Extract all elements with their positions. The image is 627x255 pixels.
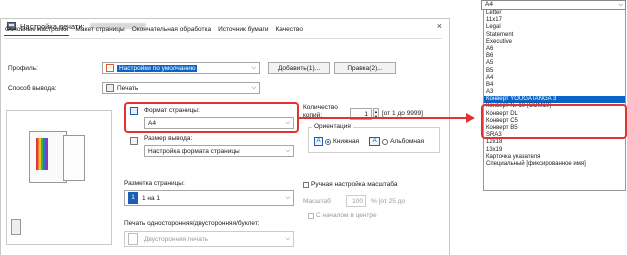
tab-quality[interactable]: Качество bbox=[275, 26, 304, 36]
landscape-radio[interactable] bbox=[382, 138, 389, 145]
orientation-label: Ориентация bbox=[312, 123, 353, 130]
output-method-value: Печать bbox=[117, 84, 139, 92]
duplex-value: Двусторонняя печать bbox=[144, 235, 209, 243]
duplex-icon bbox=[128, 233, 138, 245]
orientation-options: A Книжная A Альбомная bbox=[314, 137, 424, 146]
dropdown-option[interactable]: Специальный [фиксированное имя] bbox=[484, 161, 625, 168]
dropdown-option[interactable]: A4 bbox=[484, 75, 625, 82]
tab-basic[interactable]: Основные настройки bbox=[4, 26, 70, 36]
landscape-label: Альбомная bbox=[390, 138, 425, 145]
output-size-combo[interactable]: Настройка формата страницы ⌵ bbox=[144, 145, 294, 157]
scale-label: Масштаб bbox=[303, 198, 331, 205]
dropdown-option[interactable]: Legal bbox=[484, 24, 625, 31]
layout-icon bbox=[11, 219, 21, 235]
dropdown-option[interactable]: Карточка указателя bbox=[484, 154, 625, 161]
center-label: С началом в центре bbox=[316, 212, 377, 219]
dropdown-option[interactable]: 12x18 bbox=[484, 139, 625, 146]
close-icon[interactable]: × bbox=[437, 21, 442, 31]
manual-scale-label: Ручная настройка масштаба bbox=[311, 181, 398, 188]
profile-value: Настройки по умолчанию bbox=[117, 64, 198, 72]
dropdown-option[interactable]: B4 bbox=[484, 82, 625, 89]
edit-profile-button[interactable]: Правка(2)... bbox=[334, 62, 396, 74]
scale-input[interactable]: 100 bbox=[346, 195, 366, 207]
page-size-callout bbox=[124, 102, 299, 133]
tab-strip: Основные настройки Макет страницы Оконча… bbox=[4, 26, 304, 36]
dropdown-option[interactable]: A6 bbox=[484, 46, 625, 53]
dropdown-options: Letter 11x17 Legal Statement Executive A6 B6 A5… bbox=[483, 10, 626, 191]
dropdown-option[interactable]: B6 bbox=[484, 53, 625, 60]
output-method-combo[interactable]: Печать ⌵ bbox=[102, 82, 260, 94]
layout-label: Разметка страницы: bbox=[124, 180, 185, 187]
dropdown-option[interactable]: Statement bbox=[484, 32, 625, 39]
center-checkbox[interactable] bbox=[308, 212, 314, 219]
portrait-icon: A bbox=[314, 137, 323, 146]
portrait-radio[interactable] bbox=[325, 138, 331, 145]
envelope-callout bbox=[481, 104, 627, 139]
output-method-label: Способ вывода: bbox=[8, 85, 57, 92]
center-row[interactable]: С началом в центре bbox=[308, 212, 377, 219]
profile-icon bbox=[106, 64, 114, 72]
tab-divider bbox=[4, 38, 442, 39]
callout-arrow bbox=[297, 117, 470, 119]
dropdown-option[interactable]: 11x17 bbox=[484, 17, 625, 24]
tab-page-setup[interactable]: Макет страницы bbox=[74, 26, 125, 36]
portrait-label: Книжная bbox=[333, 138, 360, 145]
page-preview bbox=[6, 110, 112, 245]
output-size-icon bbox=[130, 137, 138, 145]
tab-paper-source[interactable]: Источник бумаги bbox=[217, 26, 269, 36]
dropdown-option[interactable]: Letter bbox=[484, 10, 625, 17]
chevron-down-icon: ⌵ bbox=[618, 2, 623, 8]
chevron-down-icon: ⌵ bbox=[285, 236, 290, 242]
dropdown-option[interactable]: 13x19 bbox=[484, 147, 625, 154]
preview-color-bars bbox=[36, 138, 48, 170]
print-icon bbox=[106, 84, 114, 92]
copies-range: [от 1 до 9999] bbox=[382, 110, 423, 117]
dropdown-option[interactable]: Executive bbox=[484, 39, 625, 46]
scale-value: 100 bbox=[352, 197, 363, 205]
output-size-label: Размер вывода: bbox=[144, 135, 193, 142]
manual-scale-row[interactable]: Ручная настройка масштаба bbox=[303, 181, 397, 188]
preview-page bbox=[29, 131, 67, 183]
chevron-down-icon: ⌵ bbox=[285, 148, 290, 154]
duplex-combo[interactable]: Двусторонняя печать ⌵ bbox=[124, 231, 294, 247]
preview-page-back bbox=[63, 135, 85, 181]
layout-badge: 1 bbox=[128, 192, 138, 204]
layout-combo[interactable]: 1 1 на 1 ⌵ bbox=[124, 190, 294, 206]
duplex-label: Печать односторонняя/двусторонняя/буклет… bbox=[124, 220, 260, 227]
add-profile-button[interactable]: Добавить(1)... bbox=[268, 62, 330, 74]
chevron-down-icon: ⌵ bbox=[285, 195, 290, 201]
dropdown-selected: A4 bbox=[485, 1, 493, 8]
profile-combo[interactable]: Настройки по умолчанию ⌵ bbox=[102, 62, 260, 74]
dropdown-option[interactable]: A3 bbox=[484, 89, 625, 96]
copies-label: Количество bbox=[303, 104, 338, 111]
scale-range: % [от 25 до bbox=[371, 198, 406, 205]
dropdown-header[interactable]: A4 ⌵ bbox=[481, 0, 626, 10]
dropdown-option[interactable]: A5 bbox=[484, 60, 625, 67]
manual-scale-checkbox[interactable] bbox=[303, 181, 309, 188]
profile-label: Профиль: bbox=[8, 65, 38, 72]
chevron-down-icon: ⌵ bbox=[251, 65, 256, 71]
output-size-value: Настройка формата страницы bbox=[148, 147, 240, 155]
landscape-icon: A bbox=[369, 137, 381, 146]
dropdown-option[interactable]: B5 bbox=[484, 68, 625, 75]
layout-value: 1 на 1 bbox=[142, 194, 161, 202]
tab-finishing[interactable]: Окончательная обработка bbox=[131, 26, 212, 36]
callout-arrowhead bbox=[466, 113, 475, 123]
chevron-down-icon: ⌵ bbox=[251, 85, 256, 91]
